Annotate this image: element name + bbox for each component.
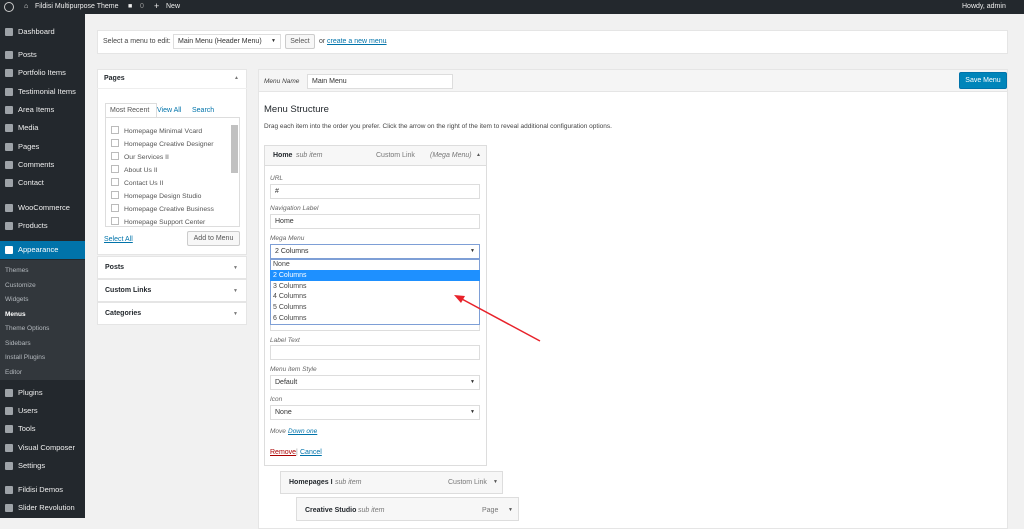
annotation-arrow [454, 295, 541, 342]
arrow-line [459, 297, 541, 342]
